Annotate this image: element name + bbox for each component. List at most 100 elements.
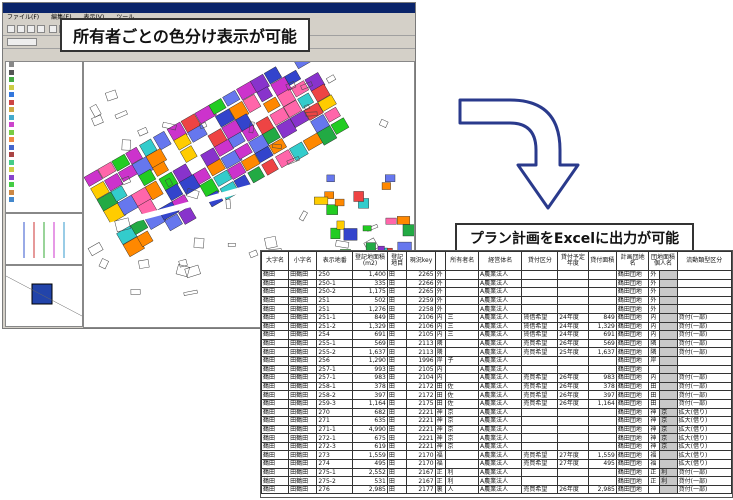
table-cell[interactable] bbox=[445, 450, 480, 461]
table-cell[interactable]: 鶴田 bbox=[261, 381, 290, 392]
table-cell[interactable]: 2,552 bbox=[352, 467, 388, 478]
table-cell[interactable]: 1,559 bbox=[352, 450, 388, 461]
table-cell[interactable]: 26年度 bbox=[557, 338, 589, 349]
table-cell[interactable]: 正 bbox=[648, 467, 661, 478]
table-cell[interactable]: 鶴田 bbox=[261, 433, 290, 443]
table-cell[interactable] bbox=[521, 278, 559, 289]
table-cell[interactable]: 田 bbox=[386, 441, 408, 452]
table-cell[interactable] bbox=[587, 433, 617, 443]
table-cell[interactable]: 田鶴田 bbox=[288, 476, 318, 486]
table-cell[interactable] bbox=[445, 287, 480, 297]
table-cell[interactable]: 1,164 bbox=[587, 398, 617, 409]
table-cell[interactable]: 鶴田団地 bbox=[615, 295, 650, 306]
table-cell[interactable]: 2221 bbox=[406, 433, 436, 443]
table-cell[interactable]: A農業法人 bbox=[478, 398, 523, 409]
table-cell[interactable]: 257-1 bbox=[316, 373, 354, 383]
table-cell[interactable] bbox=[557, 467, 589, 478]
table-cell[interactable] bbox=[587, 441, 617, 452]
table-cell[interactable]: 鶴田団地 bbox=[615, 321, 650, 332]
table-cell[interactable]: 271-1 bbox=[316, 424, 354, 435]
table-cell[interactable]: 拡大(借り) bbox=[676, 441, 732, 452]
table-cell[interactable] bbox=[445, 459, 480, 469]
layer-item[interactable] bbox=[6, 114, 82, 123]
table-cell[interactable]: 隣 bbox=[434, 347, 447, 357]
table-cell[interactable]: 田 bbox=[386, 390, 408, 400]
table-cell[interactable]: 502 bbox=[352, 295, 388, 306]
table-cell[interactable]: 田 bbox=[386, 295, 408, 306]
table-cell[interactable]: 鶴田 bbox=[261, 321, 290, 332]
table-cell[interactable] bbox=[587, 407, 617, 418]
table-cell[interactable]: 田鶴田 bbox=[288, 321, 318, 332]
table-cell[interactable]: 691 bbox=[352, 330, 388, 340]
table-cell[interactable]: 鶴田団地 bbox=[615, 441, 650, 452]
table-cell[interactable]: A農業法人 bbox=[478, 347, 523, 357]
table-cell[interactable]: 岸 bbox=[434, 355, 447, 366]
table-cell[interactable] bbox=[587, 467, 617, 478]
table-cell[interactable]: 賃借希望 bbox=[521, 312, 559, 323]
table-cell[interactable]: 251-2 bbox=[316, 321, 354, 332]
table-cell[interactable]: 貸付(一部) bbox=[676, 347, 732, 357]
layer-item[interactable] bbox=[6, 182, 82, 190]
table-cell[interactable]: 254 bbox=[316, 330, 354, 340]
table-cell[interactable] bbox=[659, 450, 678, 461]
layer-item[interactable] bbox=[6, 137, 82, 145]
table-cell[interactable] bbox=[521, 270, 559, 280]
table-cell[interactable]: 田 bbox=[386, 304, 408, 314]
table-cell[interactable]: 貸付(一部) bbox=[676, 321, 732, 332]
table-cell[interactable] bbox=[521, 364, 559, 375]
layer-item[interactable] bbox=[6, 107, 82, 115]
table-cell[interactable]: 神 bbox=[434, 424, 447, 435]
table-cell[interactable]: 田鶴田 bbox=[288, 338, 318, 349]
table-cell[interactable] bbox=[659, 278, 678, 289]
table-cell[interactable]: 1,175 bbox=[352, 287, 388, 297]
table-cell[interactable]: 岸 bbox=[648, 355, 661, 366]
table-cell[interactable]: 貸付(一部) bbox=[676, 381, 732, 392]
table-cell[interactable]: 貸付(一部) bbox=[676, 312, 732, 323]
table-cell[interactable]: 田 bbox=[386, 278, 408, 289]
table-cell[interactable]: 鶴田団地 bbox=[615, 373, 650, 383]
table-cell[interactable]: 675 bbox=[352, 433, 388, 443]
table-cell[interactable]: A農業法人 bbox=[478, 450, 523, 461]
table-cell[interactable] bbox=[659, 390, 678, 400]
print-icon[interactable] bbox=[37, 25, 45, 33]
table-cell[interactable]: 田鶴田 bbox=[288, 304, 318, 314]
table-cell[interactable] bbox=[659, 398, 678, 409]
table-cell[interactable]: 拡大(借り) bbox=[676, 416, 732, 426]
table-cell[interactable]: 26年度 bbox=[557, 484, 589, 495]
table-cell[interactable]: 569 bbox=[352, 338, 388, 349]
table-cell[interactable]: 神 bbox=[648, 441, 661, 452]
table-cell[interactable]: 2265 bbox=[406, 270, 436, 280]
table-cell[interactable]: 鶴田団地 bbox=[615, 390, 650, 400]
table-cell[interactable]: 三 bbox=[445, 312, 480, 323]
layer-item[interactable] bbox=[6, 189, 82, 198]
table-cell[interactable]: 鶴田団地 bbox=[615, 304, 650, 314]
table-cell[interactable]: 27年度 bbox=[557, 450, 589, 461]
table-cell[interactable]: 鶴田 bbox=[261, 484, 290, 495]
table-cell[interactable]: 271 bbox=[316, 416, 354, 426]
table-cell[interactable]: 2106 bbox=[406, 312, 436, 323]
table-cell[interactable]: 福 bbox=[434, 450, 447, 461]
table-cell[interactable]: 495 bbox=[352, 459, 388, 469]
table-cell[interactable]: 鶴田 bbox=[261, 330, 290, 340]
table-cell[interactable] bbox=[659, 373, 678, 383]
new-icon[interactable] bbox=[7, 25, 15, 33]
table-cell[interactable] bbox=[445, 373, 480, 383]
table-cell[interactable] bbox=[648, 364, 661, 375]
table-cell[interactable]: 田鶴田 bbox=[288, 295, 318, 306]
table-cell[interactable] bbox=[557, 441, 589, 452]
table-cell[interactable]: 993 bbox=[352, 364, 388, 375]
table-cell[interactable]: 田 bbox=[434, 398, 447, 409]
table-cell[interactable]: 外 bbox=[648, 287, 661, 297]
table-cell[interactable]: 2266 bbox=[406, 278, 436, 289]
table-cell[interactable]: A農業法人 bbox=[478, 278, 523, 289]
table-cell[interactable] bbox=[445, 270, 480, 280]
table-cell[interactable]: 397 bbox=[587, 390, 617, 400]
table-cell[interactable]: 531 bbox=[352, 476, 388, 486]
table-cell[interactable]: 257-1 bbox=[316, 364, 354, 375]
table-cell[interactable]: 田 bbox=[386, 355, 408, 366]
table-cell[interactable] bbox=[557, 433, 589, 443]
table-cell[interactable]: 内 bbox=[648, 321, 661, 332]
table-cell[interactable]: 内 bbox=[434, 330, 447, 340]
table-cell[interactable]: 849 bbox=[352, 312, 388, 323]
table-cell[interactable]: 鶴田 bbox=[261, 373, 290, 383]
